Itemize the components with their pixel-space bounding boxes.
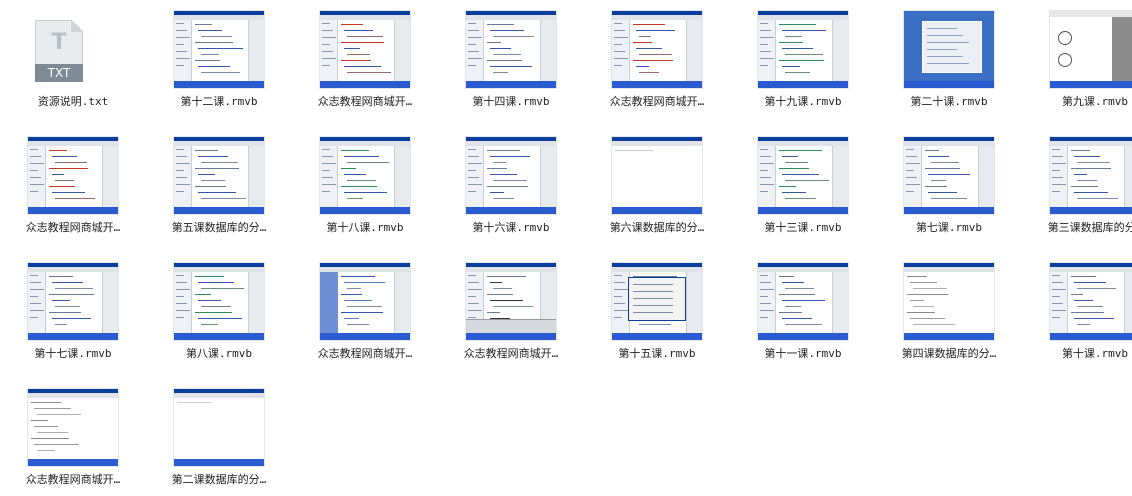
file-name: 第十四课.rmvb	[472, 95, 550, 108]
video-thumbnail	[173, 136, 265, 215]
file-item-video[interactable]: 第二十课.rmvb	[876, 0, 1022, 118]
file-item-video[interactable]: 第七课.rmvb	[876, 126, 1022, 244]
file-name: 第十二课.rmvb	[180, 95, 258, 108]
video-thumbnail	[173, 262, 265, 341]
video-thumbnail	[173, 388, 265, 467]
file-item-video[interactable]: 第十三课.rmvb	[730, 126, 876, 244]
video-thumbnail	[903, 10, 995, 89]
file-item-video[interactable]: 众志教程网商城开…	[292, 252, 438, 370]
file-name: 第四课数据库的分…	[901, 347, 997, 360]
file-name: 第二课数据库的分…	[171, 473, 267, 486]
video-thumbnail	[611, 10, 703, 89]
file-name: 第八课.rmvb	[185, 347, 253, 360]
video-thumbnail	[319, 10, 411, 89]
video-thumbnail	[27, 136, 119, 215]
file-name: 众志教程网商城开…	[317, 95, 413, 108]
file-item-video[interactable]: 第十六课.rmvb	[438, 126, 584, 244]
video-thumbnail	[27, 388, 119, 467]
txt-file-icon: T TXT	[35, 19, 84, 82]
txt-icon-letter: T	[51, 30, 67, 55]
video-thumbnail	[757, 262, 849, 341]
file-name: 第十五课.rmvb	[618, 347, 696, 360]
file-item-video[interactable]: 第十七课.rmvb	[0, 252, 146, 370]
file-name: 第七课.rmvb	[915, 221, 983, 234]
file-name: 第六课数据库的分…	[609, 221, 705, 234]
file-name: 众志教程网商城开…	[609, 95, 705, 108]
video-thumbnail	[757, 10, 849, 89]
video-thumbnail	[319, 262, 411, 341]
video-thumbnail	[465, 136, 557, 215]
file-name: 第三课数据库的分…	[1047, 221, 1132, 234]
file-name: 众志教程网商城开…	[463, 347, 559, 360]
file-item-video[interactable]: 第四课数据库的分…	[876, 252, 1022, 370]
video-thumbnail	[757, 136, 849, 215]
file-item-video[interactable]: 众志教程网商城开…	[0, 378, 146, 496]
file-item-video[interactable]: 第六课数据库的分…	[584, 126, 730, 244]
file-name: 第十七课.rmvb	[34, 347, 112, 360]
file-name: 众志教程网商城开…	[25, 221, 121, 234]
file-item-video[interactable]: 第十八课.rmvb	[292, 126, 438, 244]
video-thumbnail	[319, 136, 411, 215]
video-thumbnail	[465, 10, 557, 89]
file-name: 第十八课.rmvb	[326, 221, 404, 234]
video-thumbnail	[903, 262, 995, 341]
file-name: 众志教程网商城开…	[25, 473, 121, 486]
file-item-video[interactable]: 第十四课.rmvb	[438, 0, 584, 118]
file-item-video[interactable]: 第十二课.rmvb	[146, 0, 292, 118]
file-item-video[interactable]: 第十一课.rmvb	[730, 252, 876, 370]
file-item-video[interactable]: 众志教程网商城开…	[292, 0, 438, 118]
file-name: 第九课.rmvb	[1061, 95, 1129, 108]
video-thumbnail	[611, 262, 703, 341]
file-name: 第二十课.rmvb	[910, 95, 988, 108]
video-thumbnail	[27, 262, 119, 341]
file-item-video[interactable]: 众志教程网商城开…	[438, 252, 584, 370]
video-thumbnail	[903, 136, 995, 215]
video-thumbnail	[465, 262, 557, 341]
file-name: 第十六课.rmvb	[472, 221, 550, 234]
file-item-video[interactable]: 第二课数据库的分…	[146, 378, 292, 496]
video-thumbnail	[173, 10, 265, 89]
file-name: 第十课.rmvb	[1061, 347, 1129, 360]
file-name: 第十九课.rmvb	[764, 95, 842, 108]
file-item-txt[interactable]: T TXT 资源说明.txt	[0, 0, 146, 118]
video-thumbnail	[611, 136, 703, 215]
file-name: 资源说明.txt	[37, 95, 109, 108]
file-item-video[interactable]: 第五课数据库的分…	[146, 126, 292, 244]
file-name: 第五课数据库的分…	[171, 221, 267, 234]
video-thumbnail	[1049, 136, 1132, 215]
file-name: 众志教程网商城开…	[317, 347, 413, 360]
file-name: 第十三课.rmvb	[764, 221, 842, 234]
file-item-video[interactable]: 众志教程网商城开…	[0, 126, 146, 244]
file-grid: T TXT 资源说明.txt 第十二课.rmvb 众志教程网商城开… 第十四课.rmvb 众…	[0, 0, 1132, 490]
video-thumbnail	[1049, 10, 1132, 89]
txt-icon-label: TXT	[35, 64, 83, 82]
file-item-video[interactable]: 第十五课.rmvb	[584, 252, 730, 370]
video-thumbnail	[1049, 262, 1132, 341]
file-item-video[interactable]: 众志教程网商城开…	[584, 0, 730, 118]
file-name: 第十一课.rmvb	[764, 347, 842, 360]
file-item-video[interactable]: 第十课.rmvb	[1022, 252, 1132, 370]
file-item-video[interactable]: 第十九课.rmvb	[730, 0, 876, 118]
file-item-video[interactable]: 第八课.rmvb	[146, 252, 292, 370]
file-item-video[interactable]: 第九课.rmvb	[1022, 0, 1132, 118]
file-item-video[interactable]: 第三课数据库的分…	[1022, 126, 1132, 244]
